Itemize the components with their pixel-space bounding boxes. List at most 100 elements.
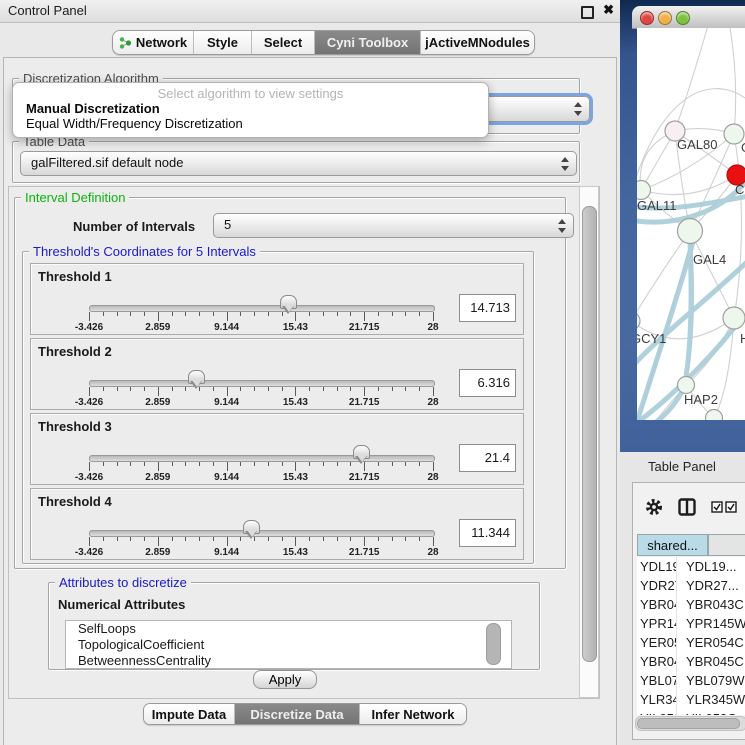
slider-tick: [130, 312, 131, 316]
table-row[interactable]: YER054CYER054C: [637, 633, 745, 652]
algorithm-option[interactable]: Manual Discretization: [26, 101, 160, 116]
table-cell: YPR145W: [676, 614, 745, 633]
combo-stepper-icon: [573, 102, 582, 116]
slider-tick-label: 15.43: [283, 322, 308, 333]
slider-thumb[interactable]: [243, 520, 260, 534]
tab-network[interactable]: Network: [113, 31, 193, 54]
threshold-value-field[interactable]: 11.344: [459, 519, 516, 547]
slider-tick: [433, 387, 434, 396]
numerical-attributes-label: Numerical Attributes: [58, 597, 185, 612]
slider-tick: [282, 387, 283, 391]
slider-tick: [227, 462, 228, 471]
slider-tick-label: 2.859: [145, 472, 170, 483]
slider-tick: [364, 312, 365, 321]
split-columns-icon[interactable]: [678, 498, 696, 516]
slider-track[interactable]: [89, 455, 435, 462]
number-of-intervals-combobox[interactable]: 5: [213, 213, 574, 238]
tab-infer-network[interactable]: Infer Network: [359, 704, 466, 724]
tab-cyni-toolbox[interactable]: Cyni Toolbox: [314, 31, 420, 54]
slider-thumb[interactable]: [280, 295, 297, 309]
minimize-traffic-light[interactable]: [658, 11, 672, 25]
slider-tick: [158, 387, 159, 396]
slider-track[interactable]: [89, 530, 435, 537]
network-node[interactable]: [706, 410, 723, 421]
slider-tick: [392, 387, 393, 391]
gear-icon[interactable]: [644, 497, 664, 517]
tab-jactivemnodules[interactable]: jActiveMNodules: [420, 31, 534, 54]
slider-tick: [433, 537, 434, 546]
table-row[interactable]: YBR045CYBR045C: [637, 652, 745, 671]
attribute-list-item[interactable]: SelfLoops: [66, 621, 511, 637]
table-cell: YLR345W: [637, 690, 676, 709]
main-scrollbar-thumb[interactable]: [582, 206, 597, 662]
slider-thumb[interactable]: [353, 445, 370, 459]
network-view-canvas[interactable]: GAL80GACGAL11GAL4GCY1HHAP2: [637, 28, 745, 420]
table-row[interactable]: YBL079WYBL079W: [637, 671, 745, 690]
tab-style[interactable]: Style: [193, 31, 251, 54]
tab-label: Network: [136, 35, 187, 50]
algorithm-option[interactable]: Equal Width/Frequency Discretization: [26, 116, 243, 131]
table-hscrollbar-thumb[interactable]: [637, 718, 740, 729]
interval-definition-title: Interval Definition: [21, 190, 129, 205]
numerical-attributes-list[interactable]: SelfLoopsTopologicalCoefficientBetweenne…: [65, 620, 512, 669]
table-row[interactable]: YLR345WYLR345W: [637, 690, 745, 709]
table-data-combobox[interactable]: galFiltered.sif default node: [20, 151, 577, 176]
popup-hint: Select algorithm to view settings: [13, 86, 488, 101]
attribute-list-item[interactable]: TopologicalCoefficient: [66, 637, 511, 653]
slider-tick: [364, 537, 365, 546]
table-row[interactable]: YPR145WYPR145W: [637, 614, 745, 633]
slider-tick: [144, 462, 145, 466]
slider-tick: [350, 312, 351, 316]
threshold-panel: Threshold 3-3.4262.8599.14415.4321.71528…: [30, 413, 524, 485]
slider-tick-label: 9.144: [214, 547, 239, 558]
slider-tick: [323, 312, 324, 316]
tab-discretize-data[interactable]: Discretize Data: [234, 704, 359, 724]
table-row[interactable]: YDR27...YDR27...: [637, 576, 745, 595]
tab-impute-data[interactable]: Impute Data: [144, 704, 234, 724]
slider-tick: [405, 537, 406, 541]
tab-select[interactable]: Select: [251, 31, 314, 54]
tab-label: Cyni Toolbox: [327, 35, 408, 50]
table-column-header[interactable]: shared...: [637, 534, 708, 556]
table-cell: YDR27...: [676, 576, 745, 595]
slider-tick: [185, 537, 186, 541]
node-table[interactable]: YDL19...YDL19...YDR27...YDR27...YBR043CY…: [637, 557, 745, 715]
slider-track[interactable]: [89, 305, 435, 312]
attribute-list-item[interactable]: BetweennessCentrality: [66, 653, 511, 669]
threshold-value-field[interactable]: 6.316: [459, 369, 516, 397]
table-row[interactable]: YBR043CYBR043C: [637, 595, 745, 614]
threshold-value-field[interactable]: 21.4: [459, 444, 516, 472]
slider-tick: [213, 387, 214, 391]
top-tab-bar: Network StyleSelect Cyni Toolbox jActiveMNo…: [112, 30, 535, 55]
float-window-icon[interactable]: [581, 6, 594, 19]
table-row[interactable]: YDL19...YDL19...: [637, 557, 745, 576]
list-scrollbar[interactable]: [486, 623, 501, 665]
network-node[interactable]: [678, 219, 703, 244]
slider-tick: [337, 387, 338, 391]
table-row[interactable]: YIL052CYIL052C: [637, 709, 745, 715]
checkbox-pair-icon[interactable]: [711, 501, 745, 513]
network-node[interactable]: [637, 181, 651, 200]
tab-label: Impute Data: [152, 707, 226, 722]
network-node[interactable]: [678, 377, 695, 394]
slider-thumb[interactable]: [188, 370, 205, 384]
slider-tick: [254, 312, 255, 316]
slider-tick: [117, 312, 118, 316]
slider-tick: [130, 462, 131, 466]
slider-track[interactable]: [89, 380, 435, 387]
table-column-header[interactable]: na: [708, 534, 745, 556]
slider-tick: [323, 537, 324, 541]
slider-tick: [240, 537, 241, 541]
thresholds-group-title: Threshold's Coordinates for 5 Intervals: [29, 244, 260, 259]
slider-tick: [103, 312, 104, 316]
apply-button[interactable]: Apply: [253, 670, 317, 689]
maximize-traffic-light[interactable]: [676, 11, 690, 25]
slider-tick: [103, 462, 104, 466]
close-icon[interactable]: ✖: [603, 2, 614, 18]
slider-tick: [295, 312, 296, 321]
close-traffic-light[interactable]: [640, 11, 654, 25]
threshold-value-field[interactable]: 14.713: [459, 294, 516, 322]
network-node[interactable]: [723, 307, 745, 329]
network-window-titlebar[interactable]: [632, 6, 745, 29]
threshold-label: Threshold 2: [38, 344, 112, 359]
